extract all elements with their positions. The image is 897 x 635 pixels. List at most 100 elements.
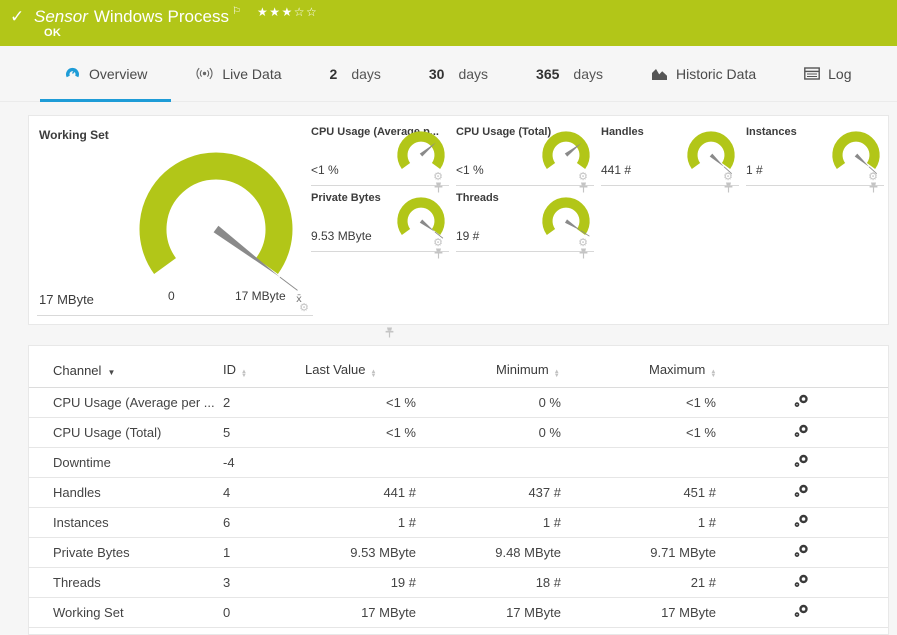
tab-log[interactable]: Log <box>780 46 875 101</box>
channel-settings-icon[interactable] <box>793 514 809 531</box>
tab-live-data[interactable]: Live Data <box>171 46 305 101</box>
sensor-title: Sensor Windows Process ⚐ ★★★☆☆ <box>34 5 318 27</box>
broadcast-icon <box>195 67 214 80</box>
channel-settings-icon[interactable] <box>793 604 809 621</box>
gauge-value: 441 # <box>601 163 632 177</box>
gauge-value: 9.53 MByte <box>311 229 372 243</box>
gauge-cell[interactable]: Handles 441 # ⚙ <box>601 120 739 193</box>
sort-icon: ▲ ▼ <box>553 369 560 379</box>
gauge-value: 19 # <box>456 229 480 243</box>
column-header-last-value[interactable]: Last Value ▲ ▼ <box>303 346 441 388</box>
channel-id: -4 <box>223 447 303 478</box>
channel-id: 0 <box>223 597 303 628</box>
tab-label: days <box>458 65 489 82</box>
sort-desc-icon: ▼ <box>107 367 116 377</box>
channel-minimum <box>441 447 586 478</box>
channel-settings-icon[interactable] <box>793 454 809 471</box>
flag-icon[interactable]: ⚐ <box>232 6 241 17</box>
channel-last-value: 17 MByte <box>303 597 441 628</box>
gauge-cell[interactable]: CPU Usage (Average p... <1 % ⚙ <box>311 120 449 193</box>
priority-stars[interactable]: ★★★☆☆ <box>257 5 318 19</box>
gear-icon[interactable]: ⚙ <box>723 171 733 182</box>
log-icon <box>804 67 821 80</box>
gear-icon[interactable]: ⚙ <box>433 171 443 182</box>
tab-overview[interactable]: Overview <box>40 46 172 102</box>
channel-name[interactable]: Handles <box>29 477 223 508</box>
gauge-value: <1 % <box>456 163 484 177</box>
tab-label: days <box>573 65 603 82</box>
channel-id: 1 <box>223 537 303 568</box>
channel-last-value: 9.53 MByte <box>303 537 441 568</box>
tab-2-days[interactable]: 2 days <box>306 46 405 101</box>
tab-label: Live Data <box>222 65 282 82</box>
gear-icon[interactable]: ⚙ <box>578 171 588 182</box>
gear-icon[interactable]: ⚙ <box>868 171 878 182</box>
channel-name[interactable]: CPU Usage (Average per ... <box>29 387 223 418</box>
gear-icon[interactable]: ⚙ <box>299 302 309 313</box>
channel-minimum: 437 # <box>441 477 586 508</box>
gauge-cell[interactable]: Threads 19 # ⚙ <box>456 186 594 259</box>
tab-label: Historic Data <box>675 65 757 82</box>
channel-settings-icon[interactable] <box>793 574 809 591</box>
channel-maximum: 17 MByte <box>586 597 741 628</box>
channel-last-value: 441 # <box>303 477 441 508</box>
channel-name[interactable]: Instances <box>29 507 223 538</box>
area-chart-icon <box>651 67 668 81</box>
gear-icon[interactable]: ⚙ <box>433 237 443 248</box>
table-row[interactable]: Handles 4 441 #437 #451 # <box>29 477 888 508</box>
gauge-actions: ⚙ <box>433 237 443 259</box>
tab-historic-data[interactable]: Historic Data <box>627 46 780 101</box>
channel-settings-icon[interactable] <box>793 544 809 561</box>
tab-settings[interactable]: ⚙ Settings <box>875 46 897 101</box>
gauge-cell[interactable]: CPU Usage (Total) <1 % ⚙ <box>456 120 594 193</box>
gauge-cell[interactable]: Instances 1 # ⚙ <box>746 120 884 193</box>
column-header-maximum[interactable]: Maximum ▲ ▼ <box>586 346 741 388</box>
pin-icon[interactable] <box>385 327 394 338</box>
column-header-channel[interactable]: Channel ▼ <box>29 346 223 388</box>
gauge-cell[interactable]: Private Bytes 9.53 MByte ⚙ <box>311 186 449 259</box>
channel-name[interactable]: Working Set <box>29 597 223 628</box>
gauge-scale-min: 0 <box>168 289 175 303</box>
pin-icon[interactable] <box>869 182 878 193</box>
tab-number: 30 <box>428 65 445 82</box>
column-header-minimum[interactable]: Minimum ▲ ▼ <box>441 346 586 388</box>
column-header-actions <box>741 346 888 388</box>
pin-icon[interactable] <box>434 248 443 259</box>
channel-minimum: 1 # <box>441 507 586 538</box>
channel-name[interactable]: CPU Usage (Total) <box>29 417 223 448</box>
gauges-panel: Working Set x̄ 0 17 MByte 17 MByte ⚙ CPU… <box>28 115 889 338</box>
tab-number: 365 <box>536 65 560 82</box>
gauge-actions: ⚙ <box>868 171 878 193</box>
channel-settings-icon[interactable] <box>793 484 809 501</box>
channel-id: 5 <box>223 417 303 448</box>
table-row[interactable]: Instances 6 1 #1 #1 # <box>29 507 888 538</box>
pin-icon[interactable] <box>724 182 733 193</box>
pin-icon[interactable] <box>579 248 588 259</box>
table-row[interactable]: Working Set 0 17 MByte 17 MByte 17 MByte <box>29 597 888 628</box>
channel-maximum: <1 % <box>586 417 741 448</box>
channel-settings-icon[interactable] <box>793 424 809 441</box>
channel-maximum: 9.71 MByte <box>586 537 741 568</box>
channel-settings-icon[interactable] <box>793 394 809 411</box>
tab-30-days[interactable]: 30 days <box>405 46 512 101</box>
table-row[interactable]: Downtime -4 <box>29 447 888 478</box>
gear-icon[interactable]: ⚙ <box>578 237 588 248</box>
channel-name[interactable]: Private Bytes <box>29 537 223 568</box>
channel-id: 2 <box>223 387 303 418</box>
column-header-id[interactable]: ID ▲ ▼ <box>223 346 303 388</box>
gauge-working-set[interactable]: Working Set x̄ 0 17 MByte 17 MByte ⚙ <box>35 120 394 338</box>
tab-365-days[interactable]: 365 days <box>512 46 627 101</box>
channel-minimum: 9.48 MByte <box>441 537 586 568</box>
channel-minimum: 17 MByte <box>441 597 586 628</box>
table-row[interactable]: CPU Usage (Average per ... 2 <1 % 0 % <1 % <box>29 387 888 418</box>
table-row[interactable]: Private Bytes 1 9.53 MByte 9.48 MByte 9.71 M… <box>29 537 888 568</box>
tab-number: 2 <box>329 65 338 82</box>
channel-name[interactable]: Threads <box>29 567 223 598</box>
gauge-value: 17 MByte <box>39 292 94 307</box>
gauge-actions: ⚙ <box>578 237 588 259</box>
table-row[interactable]: CPU Usage (Total) 5 <1 % 0 % <1 % <box>29 417 888 448</box>
stars-empty: ☆☆ <box>293 5 319 19</box>
gauge-actions: ⚙ <box>578 171 588 193</box>
table-row[interactable]: Threads 3 19 #18 #21 # <box>29 567 888 598</box>
channel-name[interactable]: Downtime <box>29 447 223 478</box>
